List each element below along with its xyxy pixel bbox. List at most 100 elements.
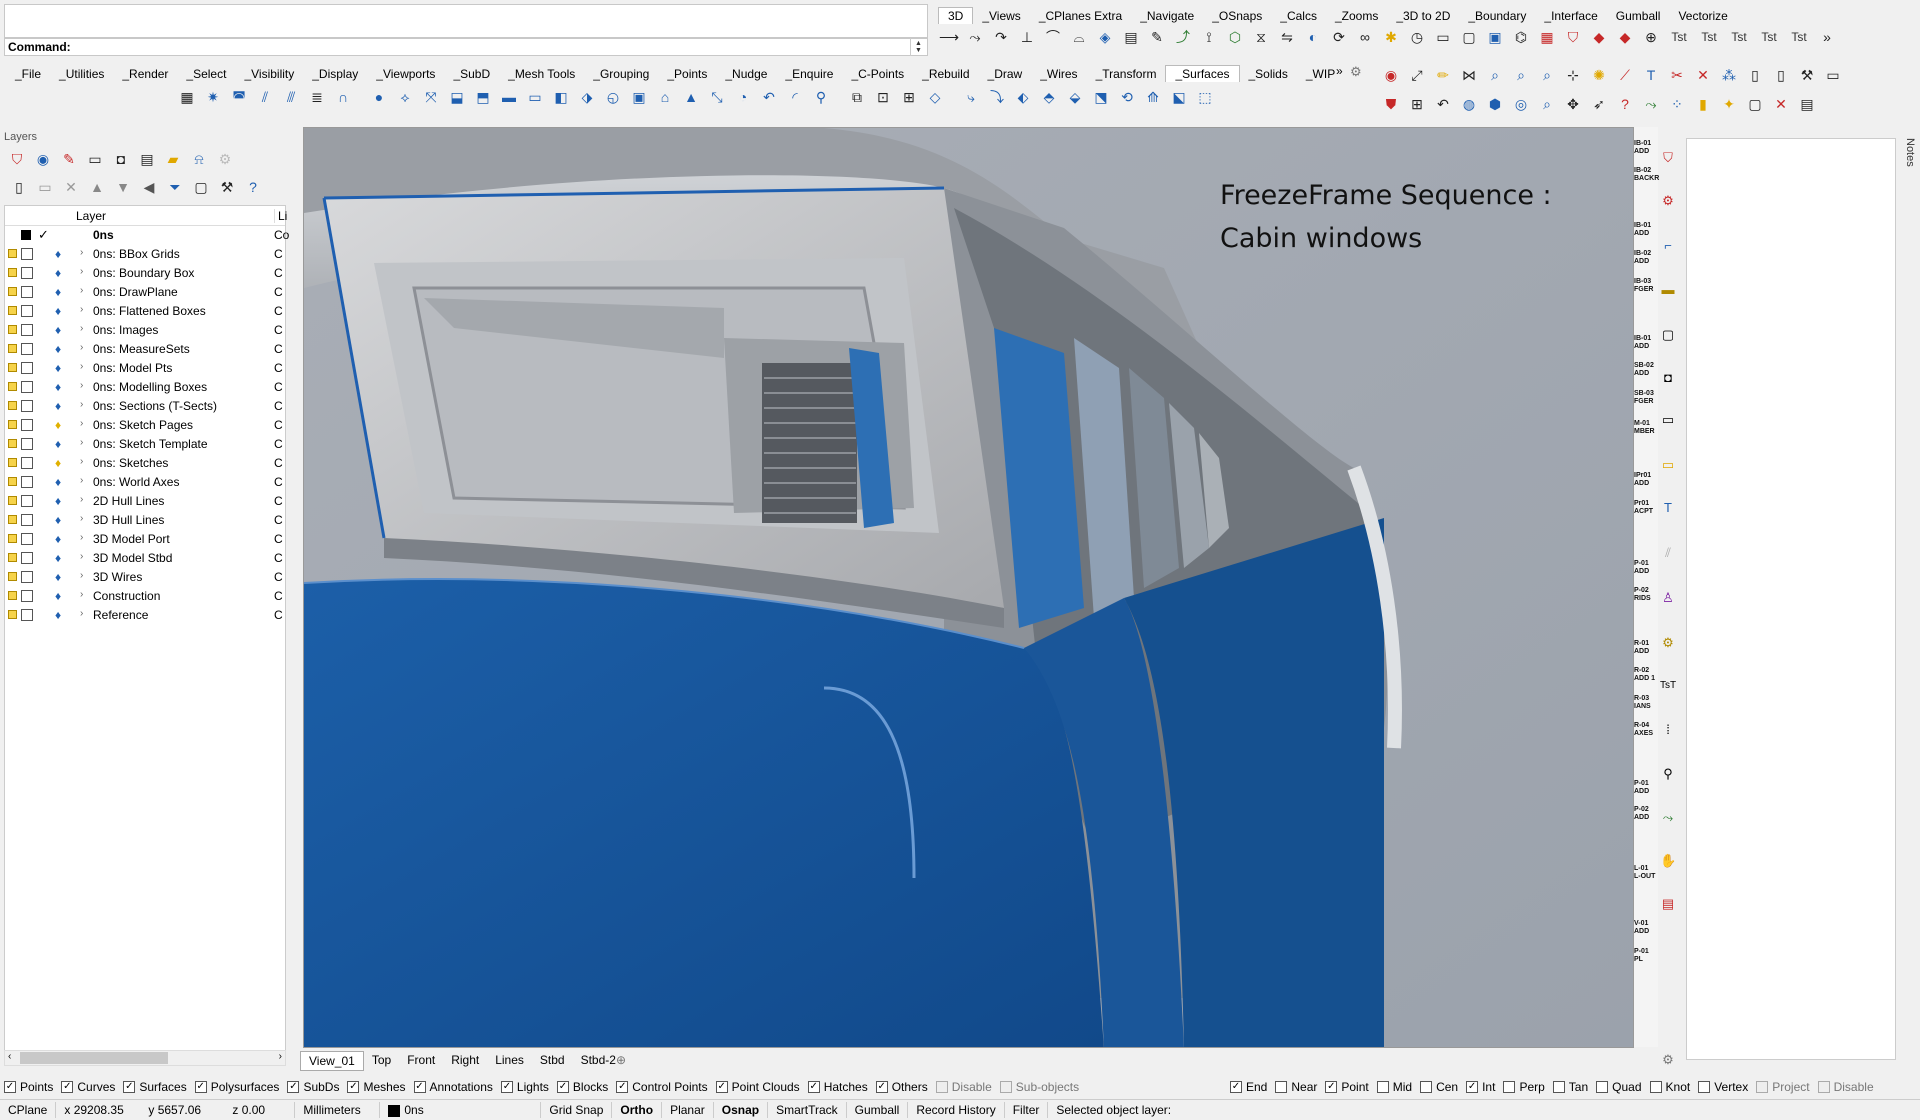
text-strip-icon[interactable]: T: [1660, 500, 1676, 516]
tab-top[interactable]: Gumball: [1607, 8, 1670, 24]
search-icon[interactable]: ⌕: [1536, 93, 1558, 115]
checkbox[interactable]: ✓: [123, 1081, 136, 1093]
tool-icon[interactable]: ⚒: [1796, 64, 1818, 86]
named-view-label[interactable]: L-01 L-OUT: [1634, 865, 1656, 881]
named-view-label[interactable]: V-01 ADD: [1634, 920, 1656, 936]
expand-arrow-icon[interactable]: ›: [80, 532, 83, 543]
tst-button[interactable]: Tst: [1666, 30, 1692, 44]
paintbrush-icon[interactable]: ✎: [58, 148, 80, 170]
visibility-bulb-icon[interactable]: ♦: [55, 361, 61, 375]
filter-checkbox[interactable]: ✓ Hatches: [807, 1080, 868, 1094]
text-tool-icon[interactable]: T: [1640, 64, 1662, 86]
lock-icon[interactable]: [8, 249, 17, 258]
layer-row[interactable]: ♦ › 0ns: Modelling Boxes C: [5, 378, 285, 397]
osnap-checkbox[interactable]: Perp: [1503, 1080, 1545, 1094]
layer-checkbox[interactable]: [21, 495, 33, 507]
blend-icon[interactable]: ⤧: [420, 86, 442, 108]
grid-snap-toggle[interactable]: Grid Snap: [541, 1103, 611, 1117]
split-icon[interactable]: ✕: [1692, 64, 1714, 86]
visibility-bulb-icon[interactable]: ♦: [55, 551, 61, 565]
checkbox[interactable]: [1756, 1081, 1769, 1093]
tab-top[interactable]: _CPlanes Extra: [1030, 8, 1131, 24]
checkbox[interactable]: [1503, 1081, 1516, 1093]
key-strip-icon[interactable]: ⚲: [1660, 766, 1676, 782]
connect-icon[interactable]: ⋈: [1458, 64, 1480, 86]
notes-panel[interactable]: [1686, 138, 1896, 1060]
snap-icon[interactable]: ⟟: [1198, 26, 1220, 48]
taper-icon[interactable]: ⬖: [1012, 86, 1034, 108]
extrude-icon[interactable]: ⬓: [446, 86, 468, 108]
lock-icon[interactable]: [8, 344, 17, 353]
checkbox[interactable]: ✓: [1230, 1081, 1242, 1093]
layer-checkbox[interactable]: [21, 438, 33, 450]
hatch-icon[interactable]: ▤: [1120, 26, 1142, 48]
filter-checkbox[interactable]: Disable: [935, 1080, 992, 1094]
surface-box-icon[interactable]: ▣: [628, 86, 650, 108]
cube-icon[interactable]: ⬢: [1484, 93, 1506, 115]
mirror-icon[interactable]: ⧖: [1250, 26, 1272, 48]
lock-icon[interactable]: [8, 325, 17, 334]
lock-strip-icon[interactable]: ⚙: [1660, 193, 1676, 209]
cage-edit-icon[interactable]: ⬚: [1194, 86, 1216, 108]
new-sublayer-icon[interactable]: ▭: [34, 176, 56, 198]
expand-arrow-icon[interactable]: ›: [80, 475, 83, 486]
camera-strip-icon[interactable]: ◘: [1660, 370, 1676, 386]
checkbox[interactable]: [1698, 1081, 1711, 1093]
visibility-bulb-icon[interactable]: ♦: [55, 589, 61, 603]
frame-2-icon[interactable]: ▢: [1458, 26, 1480, 48]
patch-icon[interactable]: ⟡: [394, 86, 416, 108]
lock-icon[interactable]: [8, 268, 17, 277]
checkbox[interactable]: [1552, 1081, 1565, 1093]
move-down-icon[interactable]: ▼: [112, 176, 134, 198]
tab-main[interactable]: _Solids: [1240, 66, 1297, 82]
crosshair-icon[interactable]: ⊕: [1640, 26, 1662, 48]
sphere-icon[interactable]: ●: [368, 86, 390, 108]
save-icon[interactable]: ▤: [1796, 93, 1818, 115]
pull-icon[interactable]: ✎: [1146, 26, 1168, 48]
named-view-label[interactable]: R-03 IANS: [1634, 695, 1656, 711]
render-icon[interactable]: ⛊: [1380, 93, 1402, 115]
gear-icon[interactable]: ⚙: [1350, 64, 1362, 80]
viewport-3d[interactable]: [303, 127, 1634, 1048]
filter-checkbox[interactable]: ✓ Curves: [61, 1080, 115, 1094]
expand-arrow-icon[interactable]: ›: [80, 570, 83, 581]
lock-icon[interactable]: [8, 439, 17, 448]
tab-main[interactable]: _Nudge: [716, 66, 776, 82]
line-icon[interactable]: ⟶: [938, 26, 960, 48]
expand-arrow-icon[interactable]: ›: [80, 494, 83, 505]
collapse-icon[interactable]: ◀: [138, 176, 160, 198]
visibility-bulb-icon[interactable]: ♦: [55, 247, 61, 261]
layer-row-current[interactable]: ✓ 0ns Co: [5, 226, 289, 245]
layer-row[interactable]: ♦ › 0ns: MeasureSets C: [5, 340, 285, 359]
layer-checkbox[interactable]: [21, 514, 33, 526]
bulb-surface-icon[interactable]: ⚲: [810, 86, 832, 108]
person-strip-icon[interactable]: ♙: [1660, 590, 1676, 606]
expand-arrow-icon[interactable]: ›: [80, 608, 83, 619]
layer-checkbox[interactable]: [21, 476, 33, 488]
filter-checkbox[interactable]: ✓ Annotations: [413, 1080, 493, 1094]
arc-icon[interactable]: ⌒: [1042, 26, 1064, 48]
layer-row[interactable]: ♦ › 0ns: DrawPlane C: [5, 283, 285, 302]
zoom-icon[interactable]: ⌕: [1484, 64, 1506, 86]
checkbox[interactable]: ✓: [194, 1081, 207, 1093]
named-view-label[interactable]: IB-02 BACKR: [1634, 167, 1659, 183]
stretch-icon[interactable]: ⬔: [1090, 86, 1112, 108]
tab-main[interactable]: _Viewports: [367, 66, 444, 82]
surface-lines-icon[interactable]: ≣: [306, 86, 328, 108]
layer-row[interactable]: ♦ › 0ns: Sketch Pages C: [5, 416, 285, 435]
plane-icon[interactable]: ▬: [498, 86, 520, 108]
named-view-label[interactable]: P-01 PL: [1634, 948, 1656, 964]
box-icon[interactable]: ▢: [1744, 93, 1766, 115]
named-view-label[interactable]: R-02 ADD 1: [1634, 667, 1656, 683]
grid-icon[interactable]: ▦: [1536, 26, 1558, 48]
named-view-label[interactable]: IPr01 ADD: [1634, 472, 1656, 488]
flip-icon[interactable]: ⇋: [1276, 26, 1298, 48]
layer-row[interactable]: ♦ › 0ns: Sketch Template C: [5, 435, 285, 454]
object-icon[interactable]: ◍: [1458, 93, 1480, 115]
osnap-toggle[interactable]: Osnap: [714, 1103, 767, 1117]
expand-arrow-icon[interactable]: ›: [80, 418, 83, 429]
boolean-icon[interactable]: ◐: [1302, 26, 1324, 48]
viewport-tab[interactable]: Right: [443, 1051, 487, 1071]
splop-icon[interactable]: ⬙: [1064, 86, 1086, 108]
display-icon[interactable]: ▣: [1484, 26, 1506, 48]
